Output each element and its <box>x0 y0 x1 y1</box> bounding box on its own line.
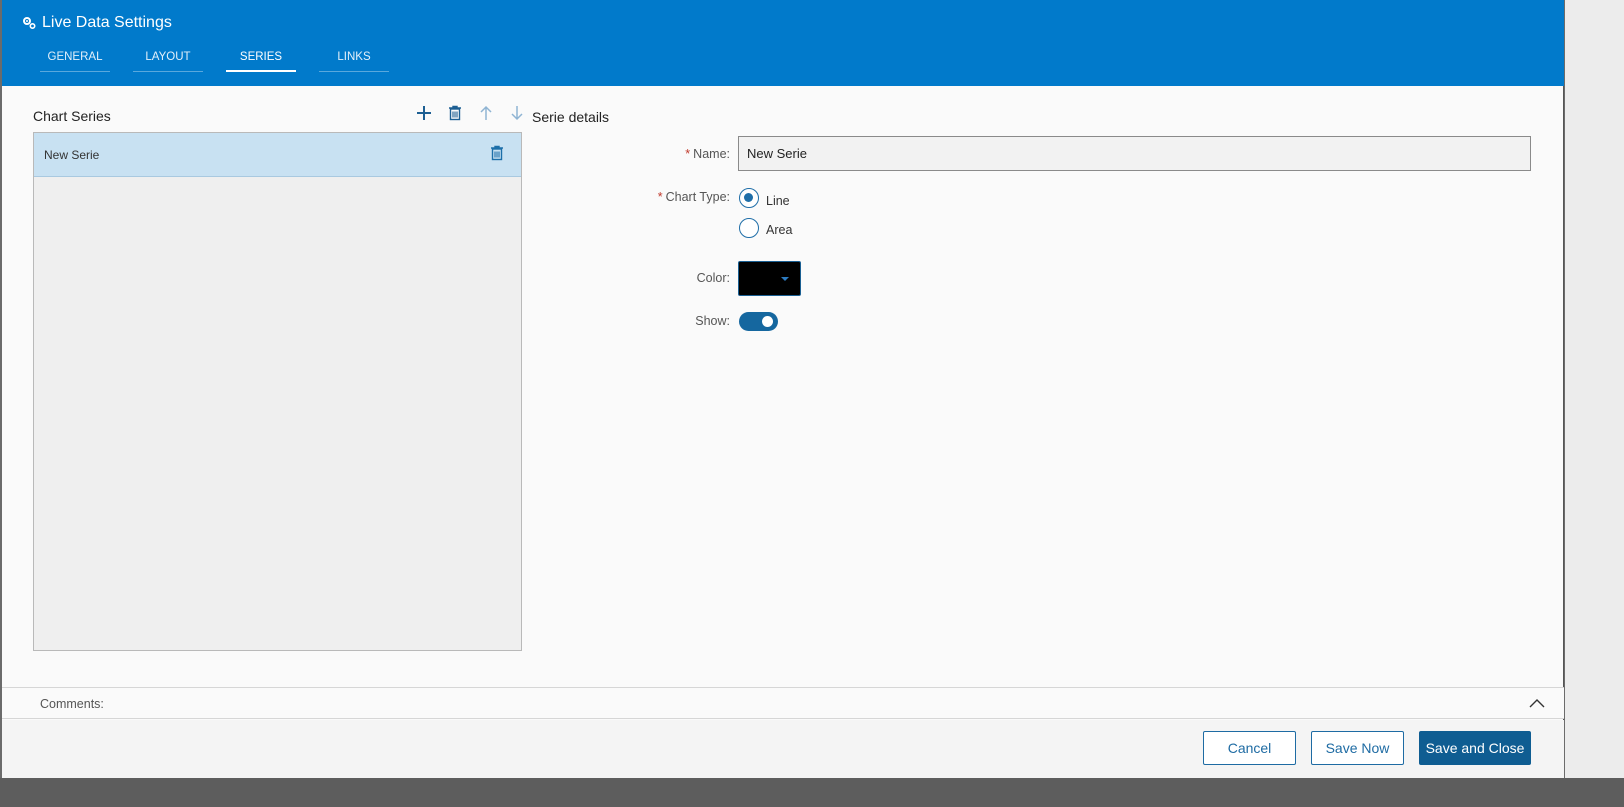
show-label: Show: <box>695 314 730 328</box>
series-item-label: New Serie <box>44 148 100 162</box>
save-and-close-button[interactable]: Save and Close <box>1419 731 1531 765</box>
background-window-edge <box>1565 0 1624 807</box>
chart-type-label: * Chart Type: <box>570 190 730 204</box>
chevron-up-icon[interactable] <box>1529 698 1545 708</box>
dialog-title-row: Live Data Settings <box>22 14 172 32</box>
save-now-button[interactable]: Save Now <box>1311 731 1404 765</box>
tab-series[interactable]: SERIES <box>226 50 296 72</box>
arrow-down-icon[interactable] <box>511 105 523 121</box>
dialog-title: Live Data Settings <box>42 14 172 31</box>
dialog-header: Live Data Settings GENERAL LAYOUT SERIES… <box>2 0 1564 86</box>
arrow-up-icon[interactable] <box>480 105 492 121</box>
comments-bar[interactable]: Comments: <box>2 687 1564 719</box>
gear-icon <box>23 17 36 30</box>
series-list: New Serie <box>33 132 522 651</box>
serie-details-title: Serie details <box>532 109 610 125</box>
series-list-item[interactable]: New Serie <box>34 133 521 177</box>
name-input[interactable] <box>738 136 1531 171</box>
trash-icon[interactable] <box>490 145 504 161</box>
chart-type-area-label[interactable]: Area <box>766 223 792 237</box>
chart-type-area-radio[interactable] <box>739 218 759 238</box>
color-label: Color: <box>696 271 730 285</box>
cancel-button[interactable]: Cancel <box>1203 731 1296 765</box>
chevron-down-icon <box>781 277 789 281</box>
required-marker: * <box>685 147 691 161</box>
tab-general[interactable]: GENERAL <box>40 50 110 72</box>
name-label: * Name: <box>570 147 730 161</box>
trash-icon[interactable] <box>448 105 462 121</box>
tab-links[interactable]: LINKS <box>319 50 389 72</box>
required-marker: * <box>657 190 663 204</box>
plus-icon[interactable] <box>416 105 432 121</box>
toggle-knob <box>762 316 773 327</box>
background-window-bottom <box>0 778 1624 807</box>
color-picker[interactable] <box>738 261 801 296</box>
dialog-footer: Cancel Save Now Save and Close <box>2 720 1564 778</box>
chart-type-line-radio[interactable] <box>739 188 759 208</box>
name-label-text: Name: <box>693 147 730 161</box>
chart-type-line-label[interactable]: Line <box>766 194 790 208</box>
tab-layout[interactable]: LAYOUT <box>133 50 203 72</box>
live-data-settings-dialog: Live Data Settings GENERAL LAYOUT SERIES… <box>2 0 1564 778</box>
comments-label: Comments: <box>40 697 104 711</box>
chart-type-label-text: Chart Type: <box>665 190 730 204</box>
show-toggle[interactable] <box>739 312 778 331</box>
chart-series-title: Chart Series <box>33 108 111 124</box>
